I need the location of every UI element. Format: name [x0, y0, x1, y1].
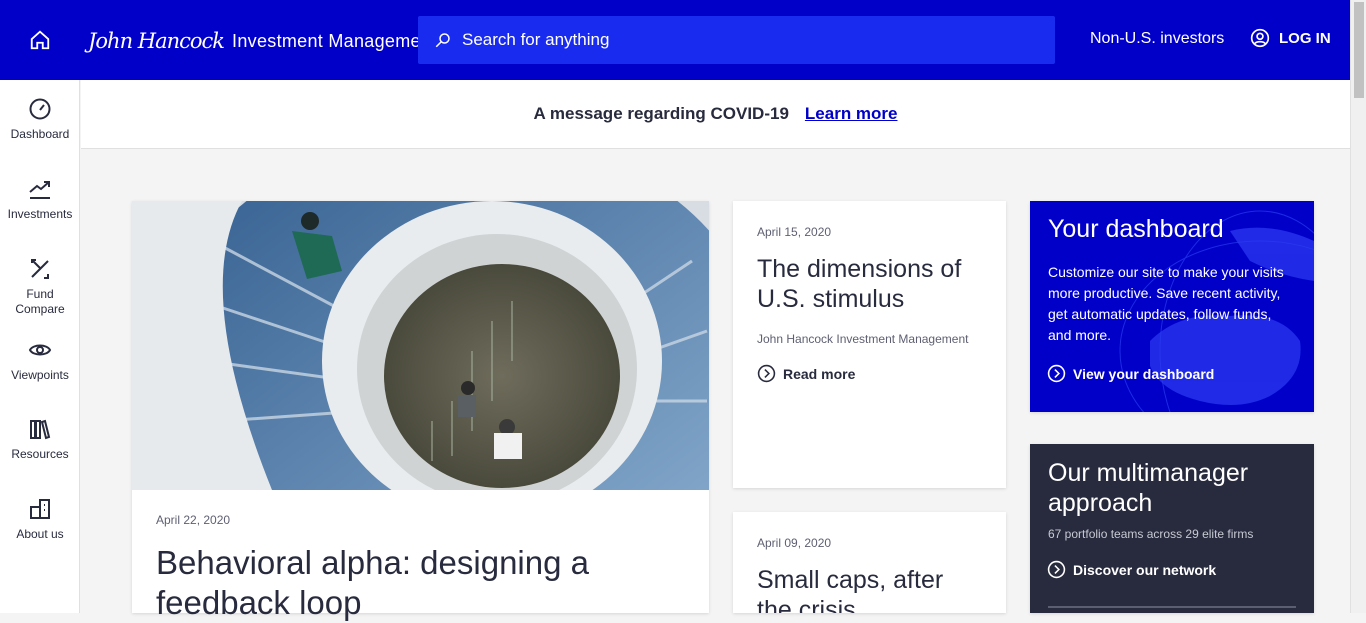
banner-message: A message regarding COVID-19: [533, 104, 789, 123]
login-label: LOG IN: [1279, 29, 1331, 47]
view-dashboard-link[interactable]: View your dashboard: [1047, 364, 1214, 383]
top-bar: John Hancock Investment Management Non-U…: [0, 0, 1350, 80]
promo-body: Customize our site to make your visits m…: [1048, 264, 1284, 343]
discover-network-label: Discover our network: [1073, 561, 1217, 578]
discover-network-link[interactable]: Discover our network: [1047, 560, 1216, 579]
promo-subtitle: 67 portfolio teams across 29 elite firms: [1048, 527, 1254, 541]
home-icon: [30, 30, 50, 50]
chevron-circle-icon: [757, 364, 776, 383]
scrollbar-thumb[interactable]: [1354, 2, 1364, 98]
sidebar-item-label: Dashboard: [10, 127, 70, 141]
article-date: April 09, 2020: [757, 536, 832, 550]
logo-script: John Hancock: [88, 29, 225, 53]
sidebar-item-viewpoints[interactable]: Viewpoints: [0, 338, 80, 383]
home-button[interactable]: [0, 0, 80, 80]
logo-text: Investment Management: [232, 30, 437, 51]
brand-logo[interactable]: John Hancock Investment Management: [88, 18, 436, 64]
divider: [1048, 606, 1296, 608]
search-icon: [435, 33, 450, 48]
sidebar-item-investments[interactable]: Investments: [0, 177, 80, 222]
multimanager-promo-card[interactable]: Our multimanager approach 67 portfolio t…: [1030, 444, 1314, 613]
eye-icon: [28, 344, 52, 356]
login-button[interactable]: LOG IN: [1250, 28, 1331, 48]
read-more-label: Read more: [783, 365, 856, 382]
gauge-icon: [29, 98, 51, 120]
learn-more-link[interactable]: Learn more: [805, 104, 898, 124]
sidebar-item-fund-compare[interactable]: Fund Compare: [0, 257, 80, 317]
view-dashboard-label: View your dashboard: [1073, 365, 1215, 382]
article-title[interactable]: Small caps, after the crisis: [757, 565, 982, 613]
books-icon: [30, 419, 51, 440]
hero-image: [132, 201, 709, 490]
article-title[interactable]: The dimensions of U.S. stimulus: [757, 254, 982, 314]
sidebar-item-about-us[interactable]: About us: [0, 497, 80, 542]
read-more-link[interactable]: Read more: [757, 364, 855, 383]
sidebar-item-label: About us: [16, 527, 64, 541]
article-card-small-caps[interactable]: April 09, 2020 Small caps, after the cri…: [733, 512, 1006, 613]
featured-article-card[interactable]: April 22, 2020 Behavioral alpha: designi…: [132, 201, 709, 621]
non-us-investors-link[interactable]: Non-U.S. investors: [1090, 30, 1224, 48]
page-scrollbar[interactable]: [1350, 0, 1366, 613]
dashboard-promo-card[interactable]: Your dashboard Customize our site to mak…: [1030, 201, 1314, 412]
sidebar-item-label: Fund Compare: [15, 287, 65, 316]
user-circle-icon: [1250, 28, 1270, 48]
chevron-circle-icon: [1047, 364, 1066, 383]
promo-title: Our multimanager approach: [1048, 459, 1249, 517]
promo-title: Your dashboard: [1048, 215, 1224, 243]
article-date: April 22, 2020: [156, 513, 231, 527]
sidebar-item-label: Investments: [7, 207, 73, 221]
sidebar-item-dashboard[interactable]: Dashboard: [0, 97, 80, 142]
sidebar-item-label: Viewpoints: [11, 368, 69, 382]
compare-arrows-icon: [31, 259, 49, 279]
trend-up-icon: [29, 181, 50, 199]
article-card-stimulus[interactable]: April 15, 2020 The dimensions of U.S. st…: [733, 201, 1006, 488]
article-title[interactable]: Behavioral alpha: designing a feedback l…: [156, 543, 696, 623]
search-bar[interactable]: [418, 16, 1055, 64]
article-date: April 15, 2020: [757, 225, 832, 239]
building-icon: [30, 499, 50, 519]
sidebar-item-resources[interactable]: Resources: [0, 417, 80, 462]
chevron-circle-icon: [1047, 560, 1066, 579]
search-input[interactable]: [462, 30, 1022, 50]
covid-banner: A message regarding COVID-19 Learn more: [81, 80, 1350, 149]
article-author: John Hancock Investment Management: [757, 332, 969, 346]
sidebar: Dashboard Investments Fund Compare Viewp…: [0, 80, 80, 613]
sidebar-item-label: Resources: [11, 447, 69, 461]
